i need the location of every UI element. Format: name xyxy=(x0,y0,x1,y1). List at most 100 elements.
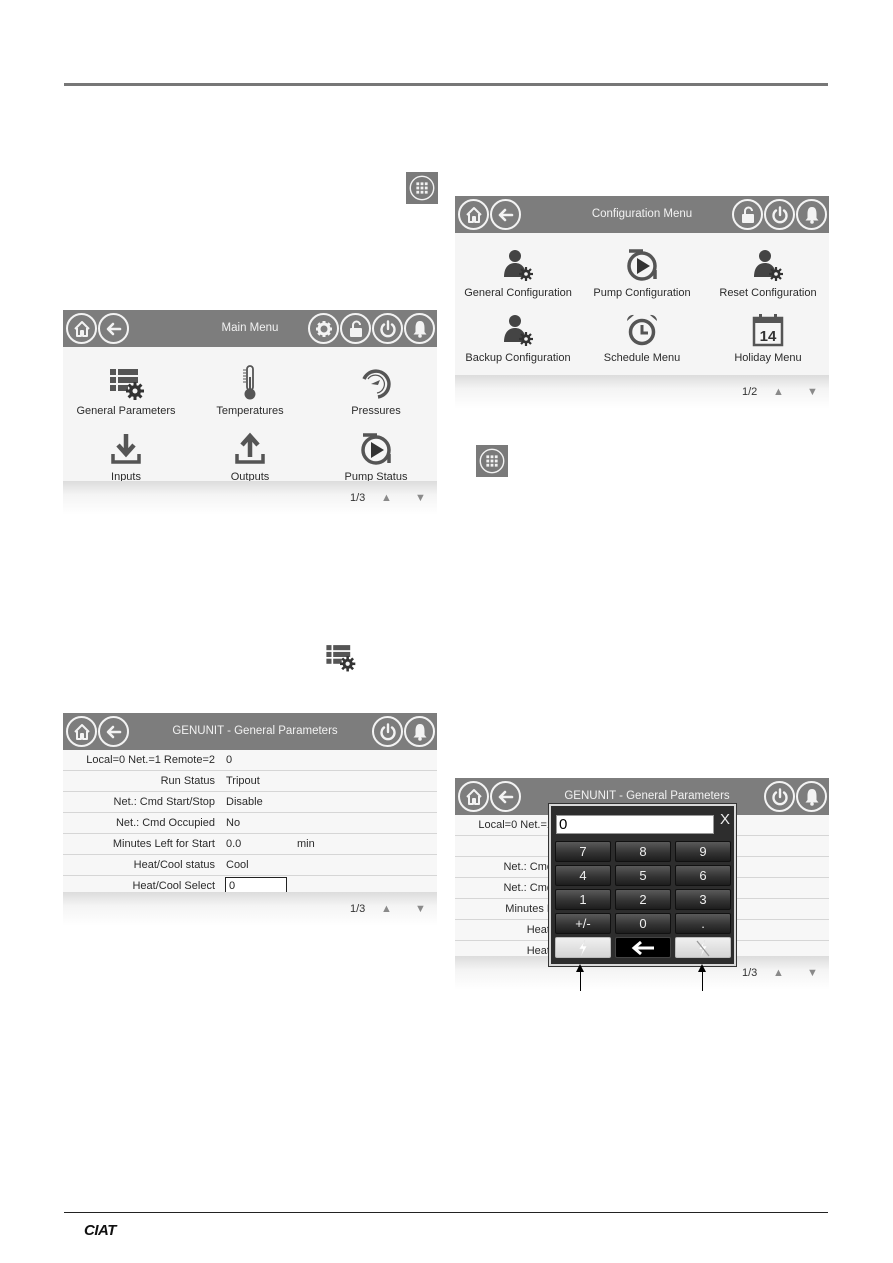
pagination-bar: 1/2 ▲ ▼ xyxy=(455,375,829,409)
home-button[interactable] xyxy=(458,781,489,812)
numeric-keypad: 0 X 7 8 9 4 5 6 1 2 3 +/- 0 . xyxy=(548,803,737,967)
grid-menu-icon xyxy=(406,172,438,204)
back-arrow-icon xyxy=(104,722,124,742)
screen-header: Configuration Menu xyxy=(455,196,829,233)
page-indicator: 1/3 xyxy=(742,967,758,979)
gear-icon xyxy=(314,319,334,339)
user-gear-icon xyxy=(498,245,538,285)
key-decimal[interactable]: . xyxy=(675,913,731,934)
settings-button[interactable] xyxy=(308,313,339,344)
page-down-button[interactable]: ▼ xyxy=(807,967,818,979)
user-gear-icon xyxy=(498,310,538,350)
list-gear-icon xyxy=(106,363,146,403)
table-row: Local=0 Net.=1 Remote=2 0 xyxy=(63,750,437,771)
tile-general-parameters[interactable]: General Parameters xyxy=(63,359,189,425)
home-icon xyxy=(464,205,484,225)
page-up-button[interactable]: ▲ xyxy=(773,386,784,398)
cancel-button[interactable] xyxy=(675,937,731,958)
brand-logo: CIAT xyxy=(84,1222,116,1239)
back-button[interactable] xyxy=(490,199,521,230)
page-up-button[interactable]: ▲ xyxy=(381,903,392,915)
key-3[interactable]: 3 xyxy=(675,889,731,910)
page-down-button[interactable]: ▼ xyxy=(415,903,426,915)
pump-icon xyxy=(622,245,662,285)
pagination-bar: 1/3 ▲ ▼ xyxy=(63,481,437,515)
tile-pump-configuration[interactable]: Pump Configuration xyxy=(579,241,705,307)
page-down-button[interactable]: ▼ xyxy=(415,492,426,504)
confirm-button[interactable] xyxy=(555,937,611,958)
back-arrow-icon xyxy=(496,205,516,225)
page-up-button[interactable]: ▲ xyxy=(381,492,392,504)
key-0[interactable]: 0 xyxy=(615,913,671,934)
bell-icon xyxy=(410,319,430,339)
main-menu-screen: Main Menu General Parameters Temperature… xyxy=(63,310,437,515)
key-7[interactable]: 7 xyxy=(555,841,611,862)
bell-icon xyxy=(410,722,430,742)
tile-temperatures[interactable]: Temperatures xyxy=(187,359,313,425)
power-icon xyxy=(770,205,790,225)
screen-header: Main Menu xyxy=(63,310,437,347)
parameter-table: Local=0 Net.=1 Remote=2 0 Run Status Tripo… xyxy=(63,750,437,897)
footer-rule xyxy=(64,1212,828,1213)
key-5[interactable]: 5 xyxy=(615,865,671,886)
table-row: Minutes Left for Start 0.0 min xyxy=(63,834,437,855)
back-button[interactable] xyxy=(98,313,129,344)
unlock-button[interactable] xyxy=(732,199,763,230)
home-button[interactable] xyxy=(66,313,97,344)
download-icon xyxy=(106,429,146,469)
page-down-button[interactable]: ▼ xyxy=(807,386,818,398)
alarm-button[interactable] xyxy=(796,199,827,230)
tile-pressures[interactable]: Pressures xyxy=(313,359,437,425)
alarm-button[interactable] xyxy=(404,716,435,747)
unlock-icon xyxy=(346,319,366,339)
tile-schedule-menu[interactable]: Schedule Menu xyxy=(579,306,705,372)
back-arrow-icon xyxy=(104,319,124,339)
tile-general-configuration[interactable]: General Configuration xyxy=(455,241,581,307)
calendar-icon: 14 xyxy=(752,314,784,347)
grid-menu-icon xyxy=(476,445,508,477)
home-button[interactable] xyxy=(66,716,97,747)
key-9[interactable]: 9 xyxy=(675,841,731,862)
table-row: Run Status Tripout xyxy=(63,771,437,792)
upload-icon xyxy=(230,429,270,469)
calendar-day: 14 xyxy=(760,328,777,345)
left-arrow-icon xyxy=(631,940,654,956)
power-button[interactable] xyxy=(372,313,403,344)
power-icon xyxy=(770,787,790,807)
key-plus-minus[interactable]: +/- xyxy=(555,913,611,934)
key-1[interactable]: 1 xyxy=(555,889,611,910)
pagination-bar: 1/3 ▲ ▼ xyxy=(63,892,437,926)
back-button[interactable] xyxy=(490,781,521,812)
pointer-arrow-cancel xyxy=(698,964,706,991)
alarm-button[interactable] xyxy=(796,781,827,812)
page-up-button[interactable]: ▲ xyxy=(773,967,784,979)
unlock-button[interactable] xyxy=(340,313,371,344)
pointer-arrow-confirm xyxy=(576,964,584,991)
home-button[interactable] xyxy=(458,199,489,230)
tile-backup-configuration[interactable]: Backup Configuration xyxy=(455,306,581,372)
power-button[interactable] xyxy=(372,716,403,747)
back-button[interactable] xyxy=(98,716,129,747)
configuration-menu-screen: Configuration Menu General Configuration… xyxy=(455,196,829,409)
table-row: Net.: Cmd Start/Stop Disable xyxy=(63,792,437,813)
key-6[interactable]: 6 xyxy=(675,865,731,886)
lightning-icon xyxy=(578,939,588,957)
keypad-close-button[interactable]: X xyxy=(720,811,730,828)
page-indicator: 1/2 xyxy=(742,386,758,398)
power-button[interactable] xyxy=(764,199,795,230)
header-rule xyxy=(64,83,828,86)
key-8[interactable]: 8 xyxy=(615,841,671,862)
alarm-button[interactable] xyxy=(404,313,435,344)
unlock-icon xyxy=(738,205,758,225)
gauge-icon xyxy=(356,363,396,403)
backspace-button[interactable] xyxy=(615,937,671,958)
key-2[interactable]: 2 xyxy=(615,889,671,910)
keypad-display[interactable]: 0 xyxy=(556,815,714,834)
power-button[interactable] xyxy=(764,781,795,812)
page-indicator: 1/3 xyxy=(350,903,366,915)
table-row: Net.: Cmd Occupied No xyxy=(63,813,437,834)
tile-reset-configuration[interactable]: Reset Configuration xyxy=(705,241,829,307)
back-arrow-icon xyxy=(496,787,516,807)
tile-holiday-menu[interactable]: 14 Holiday Menu xyxy=(705,306,829,372)
key-4[interactable]: 4 xyxy=(555,865,611,886)
